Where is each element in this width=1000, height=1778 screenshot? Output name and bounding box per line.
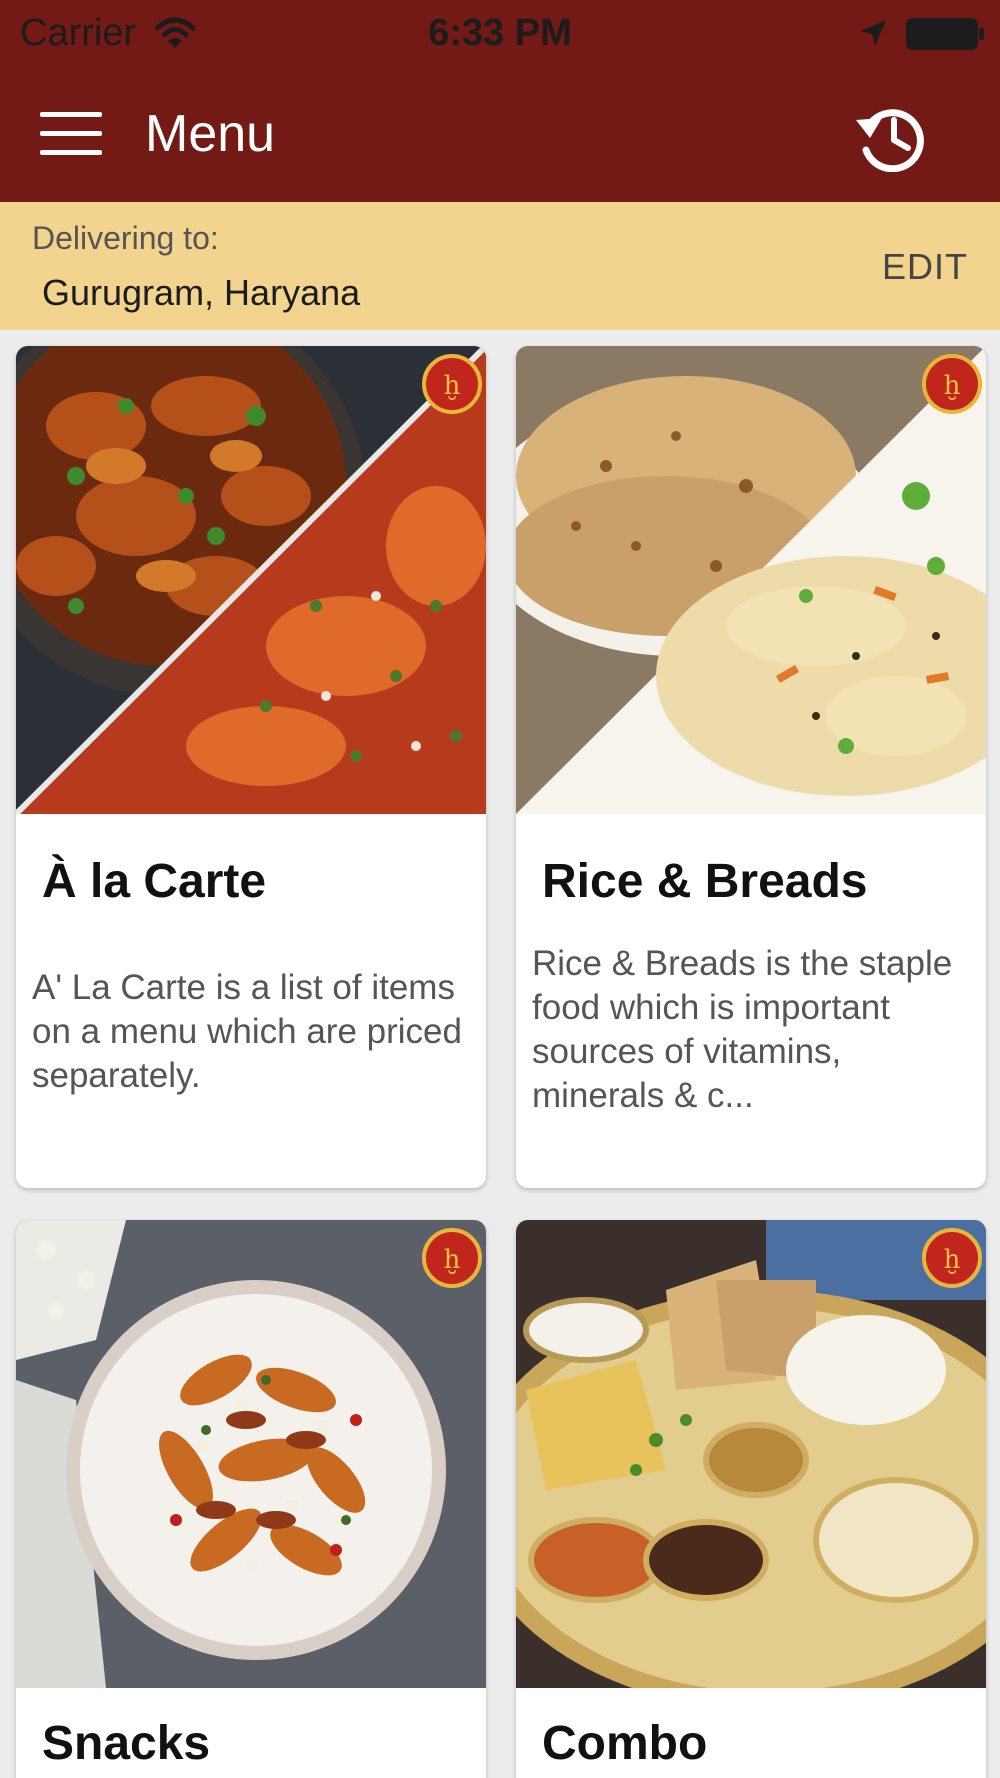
edit-location-button[interactable]: EDIT [882,246,968,288]
category-title: Snacks [42,1717,211,1770]
hamburger-menu-icon[interactable] [40,112,102,156]
restaurant-logo-badge-icon: ḫ [422,354,482,414]
svg-text:ḫ: ḫ [444,1245,461,1275]
delivery-location: Gurugram, Haryana [42,272,361,313]
category-card-snacks[interactable]: ḫ Snacks [16,1220,486,1778]
app-header: Carrier 6:33 PM Menu [0,0,1000,202]
thali-platter-photo: ḫ [516,1220,986,1688]
restaurant-logo-badge-icon: ḫ [922,1228,982,1288]
location-arrow-icon [858,18,888,53]
status-time: 6:33 PM [428,12,572,54]
category-title: Rice & Breads [542,855,868,908]
restaurant-logo-badge-icon: ḫ [922,354,982,414]
category-title: À la Carte [42,855,267,908]
category-title: Combo [542,1717,708,1770]
category-description: A' La Carte is a list of items on a menu… [32,968,462,1095]
roasted-vegetables-plate-photo: ḫ [16,1220,486,1688]
svg-text:ḫ: ḫ [944,1245,961,1275]
status-bar: Carrier 6:33 PM [0,0,1000,66]
curry-dishes-photo: ḫ [16,346,486,814]
category-card-a-la-carte[interactable]: ḫ À la Carte A' La Carte is a list of it… [16,346,486,1188]
category-description: Rice & Breads is the staple food which i… [532,944,953,1115]
svg-text:ḫ: ḫ [444,371,461,401]
restaurant-logo-badge-icon: ḫ [422,1228,482,1288]
page-title: Menu [145,105,276,163]
category-card-rice-breads[interactable]: ḫ Rice & Breads Rice & Breads is the sta… [516,346,986,1188]
delivery-label: Delivering to: [32,220,219,256]
category-card-combo[interactable]: ḫ Combo [516,1220,986,1778]
delivery-banner: Delivering to: Gurugram, Haryana EDIT [0,202,1000,330]
paratha-and-biryani-photo: ḫ [516,346,986,814]
svg-text:ḫ: ḫ [944,371,961,401]
toolbar: Menu [0,66,1000,202]
battery-icon [906,18,986,55]
order-history-icon[interactable] [852,102,928,177]
